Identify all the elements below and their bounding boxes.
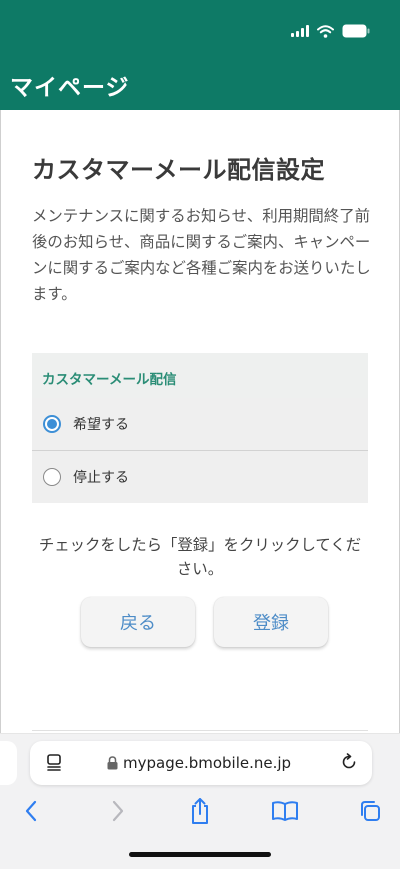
- option-unsubscribe-label: 停止する: [73, 470, 129, 486]
- option-subscribe[interactable]: 希望する: [32, 398, 368, 450]
- share-icon[interactable]: [185, 797, 215, 825]
- reload-icon[interactable]: [340, 753, 358, 775]
- instruction-text: チェックをしたら「登録」をクリックしてください。: [38, 536, 362, 578]
- tabs-icon[interactable]: [355, 797, 385, 825]
- home-indicator: [129, 852, 271, 857]
- option-panel-title: カスタマーメール配信: [42, 372, 177, 388]
- reader-mode-icon[interactable]: [45, 753, 63, 775]
- forward-icon[interactable]: [103, 797, 133, 825]
- previous-tab-edge[interactable]: [0, 741, 17, 785]
- lock-icon: [107, 755, 118, 774]
- option-unsubscribe[interactable]: 停止する: [32, 451, 368, 503]
- back-button[interactable]: 戻る: [81, 597, 195, 647]
- page-title: マイページ: [10, 75, 130, 101]
- register-button[interactable]: 登録: [214, 597, 328, 647]
- settings-description: メンテナンスに関するお知らせ、利用期間終了前後のお知らせ、商品に関するご案内、キ…: [32, 207, 371, 303]
- bookmarks-icon[interactable]: [270, 797, 300, 825]
- radio-subscribe-checked[interactable]: [43, 415, 61, 433]
- settings-title: カスタマーメール配信設定: [32, 156, 326, 184]
- cellular-signal-icon: [291, 25, 309, 37]
- option-subscribe-label: 希望する: [73, 417, 129, 433]
- status-bar: [291, 20, 370, 42]
- url-text[interactable]: mypage.bmobile.ne.jp: [123, 754, 291, 772]
- app-header: マイページ: [0, 0, 400, 110]
- radio-unsubscribe[interactable]: [43, 468, 61, 486]
- battery-icon: [342, 24, 370, 38]
- back-icon[interactable]: [16, 797, 46, 825]
- option-panel-header: カスタマーメール配信: [32, 353, 368, 398]
- wifi-icon: [317, 24, 334, 38]
- content-divider: [32, 730, 368, 731]
